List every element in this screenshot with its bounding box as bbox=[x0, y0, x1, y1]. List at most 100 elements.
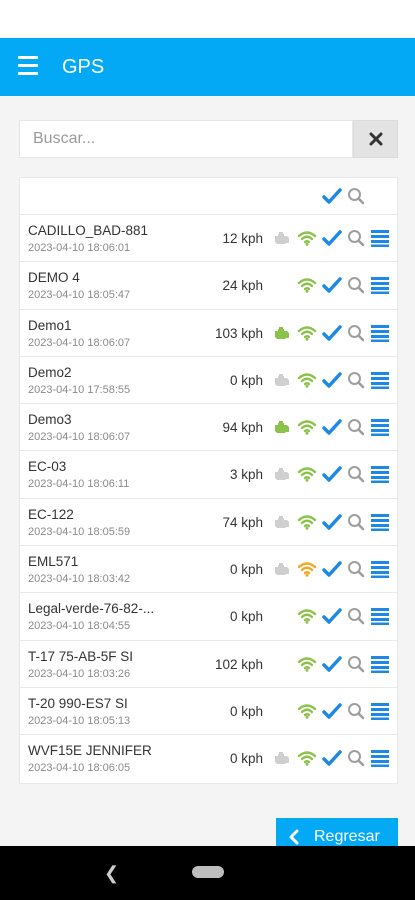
details-menu-icon[interactable] bbox=[369, 747, 391, 769]
vehicle-name: EC-03 bbox=[28, 459, 67, 475]
vehicle-speed: 12 kph bbox=[222, 231, 263, 246]
locate-search-icon[interactable] bbox=[345, 700, 367, 722]
vehicle-name: Demo1 bbox=[28, 317, 72, 333]
details-menu-icon[interactable] bbox=[369, 322, 391, 344]
vehicle-speed: 0 kph bbox=[229, 372, 263, 388]
select-check-icon[interactable] bbox=[321, 416, 343, 438]
select-check-icon[interactable] bbox=[321, 653, 343, 675]
signal-icon bbox=[296, 558, 318, 580]
vehicle-row[interactable]: EC-122 2023-04-10 18:05:59 74 kph bbox=[20, 499, 397, 547]
select-all-check-icon[interactable] bbox=[321, 185, 343, 207]
select-check-icon[interactable] bbox=[321, 463, 343, 485]
vehicle-row[interactable]: Demo2 2023-04-10 17:58:55 0 kph bbox=[20, 357, 397, 405]
vehicle-timestamp: 2023-04-10 18:06:07 bbox=[28, 336, 131, 349]
locate-search-icon[interactable] bbox=[345, 747, 367, 769]
app-title: GPS bbox=[62, 56, 105, 78]
vehicle-timestamp: 2023-04-10 18:06:07 bbox=[28, 431, 131, 444]
signal-icon bbox=[296, 369, 318, 391]
details-menu-icon[interactable] bbox=[369, 653, 391, 675]
vehicle-name: EML571 bbox=[28, 554, 79, 570]
select-check-icon[interactable] bbox=[321, 369, 343, 391]
search-bar bbox=[19, 120, 398, 158]
signal-icon bbox=[296, 605, 318, 627]
app-bar: GPS bbox=[0, 38, 415, 96]
vehicle-timestamp: 2023-04-10 18:03:42 bbox=[28, 573, 131, 586]
search-all-icon[interactable] bbox=[345, 185, 367, 207]
hamburger-menu-icon[interactable] bbox=[18, 56, 38, 76]
select-check-icon[interactable] bbox=[321, 605, 343, 627]
locate-search-icon[interactable] bbox=[345, 322, 367, 344]
select-check-icon[interactable] bbox=[321, 274, 343, 296]
vehicle-speed: 0 kph bbox=[229, 751, 263, 767]
vehicle-speed: 74 kph bbox=[222, 514, 263, 530]
chevron-left-icon bbox=[289, 829, 299, 845]
signal-icon bbox=[296, 322, 318, 344]
vehicle-row[interactable]: CADILLO_BAD-881 2023-04-10 18:06:01 12 kph bbox=[20, 215, 397, 263]
details-menu-icon[interactable] bbox=[369, 416, 391, 438]
vehicle-timestamp: 2023-04-10 18:05:47 bbox=[28, 289, 131, 302]
engine-status-icon bbox=[271, 558, 293, 580]
nav-home-icon[interactable] bbox=[192, 866, 224, 878]
engine-status-icon bbox=[271, 322, 293, 344]
locate-search-icon[interactable] bbox=[345, 227, 367, 249]
vehicle-row[interactable]: T-17 75-AB-5F SI 2023-04-10 18:03:26 102 k… bbox=[20, 641, 397, 688]
signal-icon bbox=[296, 511, 318, 533]
vehicle-name: CADILLO_BAD-881 bbox=[28, 223, 149, 238]
vehicle-row[interactable]: Demo3 2023-04-10 18:06:07 94 kph bbox=[20, 404, 397, 452]
vehicle-row[interactable]: Demo1 2023-04-10 18:06:07 103 kph bbox=[20, 310, 397, 357]
nav-back-icon[interactable]: ❮ bbox=[104, 863, 119, 884]
vehicle-row[interactable]: WVF15E JENNIFER 2023-04-10 18:06:05 0 kph bbox=[20, 735, 397, 782]
vehicle-timestamp: 2023-04-10 18:05:59 bbox=[28, 525, 131, 538]
details-menu-icon[interactable] bbox=[369, 369, 391, 391]
engine-status-icon bbox=[271, 369, 293, 391]
details-menu-icon[interactable] bbox=[369, 700, 391, 722]
vehicle-name: Demo2 bbox=[28, 364, 72, 380]
vehicle-speed: 3 kph bbox=[229, 467, 263, 483]
details-menu-icon[interactable] bbox=[369, 227, 391, 249]
select-check-icon[interactable] bbox=[321, 227, 343, 249]
search-input[interactable] bbox=[19, 120, 353, 158]
locate-search-icon[interactable] bbox=[345, 463, 367, 485]
locate-search-icon[interactable] bbox=[345, 558, 367, 580]
locate-search-icon[interactable] bbox=[345, 274, 367, 296]
vehicle-name: Legal-verde-76-82-... bbox=[28, 601, 155, 617]
select-check-icon[interactable] bbox=[321, 747, 343, 769]
vehicle-name: T-17 75-AB-5F SI bbox=[28, 648, 134, 664]
select-check-icon[interactable] bbox=[321, 511, 343, 533]
vehicle-speed: 0 kph bbox=[229, 703, 263, 719]
vehicle-row[interactable]: T-20 990-ES7 SI 2023-04-10 18:05:13 0 kph bbox=[20, 688, 397, 736]
vehicle-name: T-20 990-ES7 SI bbox=[28, 695, 128, 711]
system-nav-bar: ❮ bbox=[0, 846, 415, 900]
details-menu-icon[interactable] bbox=[369, 558, 391, 580]
select-check-icon[interactable] bbox=[321, 700, 343, 722]
select-check-icon[interactable] bbox=[321, 558, 343, 580]
clear-search-button[interactable] bbox=[353, 120, 398, 158]
details-menu-icon[interactable] bbox=[369, 511, 391, 533]
engine-status-icon bbox=[271, 227, 293, 249]
locate-search-icon[interactable] bbox=[345, 605, 367, 627]
engine-status-icon bbox=[271, 416, 293, 438]
locate-search-icon[interactable] bbox=[345, 511, 367, 533]
vehicle-row[interactable]: Legal-verde-76-82-... 2023-04-10 18:04:55… bbox=[20, 593, 397, 641]
vehicle-row[interactable]: EC-03 2023-04-10 18:06:11 3 kph bbox=[20, 451, 397, 499]
signal-icon bbox=[296, 700, 318, 722]
signal-icon bbox=[296, 274, 318, 296]
vehicle-name: EC-122 bbox=[28, 506, 74, 522]
vehicle-speed: 0 kph bbox=[229, 609, 263, 625]
vehicle-timestamp: 2023-04-10 18:06:05 bbox=[28, 762, 131, 775]
status-bar bbox=[0, 0, 415, 38]
vehicle-row[interactable]: DEMO 4 2023-04-10 18:05:47 24 kph bbox=[20, 262, 397, 310]
engine-status-icon bbox=[271, 511, 293, 533]
vehicle-name: Demo3 bbox=[28, 412, 72, 428]
details-menu-icon[interactable] bbox=[369, 463, 391, 485]
details-menu-icon[interactable] bbox=[369, 605, 391, 627]
locate-search-icon[interactable] bbox=[345, 369, 367, 391]
select-check-icon[interactable] bbox=[321, 322, 343, 344]
details-menu-icon[interactable] bbox=[369, 274, 391, 296]
list-header bbox=[20, 178, 397, 215]
locate-search-icon[interactable] bbox=[345, 653, 367, 675]
vehicle-timestamp: 2023-04-10 18:06:01 bbox=[28, 242, 131, 254]
locate-search-icon[interactable] bbox=[345, 416, 367, 438]
signal-icon bbox=[296, 653, 318, 675]
vehicle-row[interactable]: EML571 2023-04-10 18:03:42 0 kph bbox=[20, 546, 397, 594]
